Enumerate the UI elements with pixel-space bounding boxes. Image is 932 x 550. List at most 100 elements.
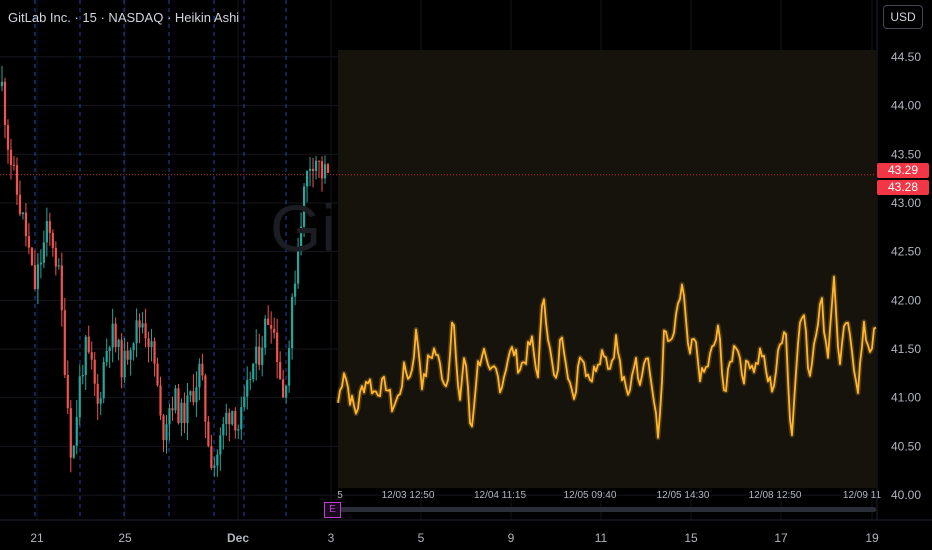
y-tick-label: 41.50 bbox=[891, 342, 921, 356]
candle-body bbox=[231, 410, 234, 425]
candle-body bbox=[30, 247, 34, 266]
candle-body bbox=[174, 388, 177, 411]
candle-body bbox=[84, 336, 87, 376]
candle-body bbox=[0, 81, 4, 87]
candle-body bbox=[228, 412, 231, 425]
candle-body bbox=[314, 160, 318, 171]
overlay-x-tick-label: 12/04 11:15 bbox=[474, 490, 527, 501]
candle-body bbox=[216, 454, 219, 466]
candle-body bbox=[276, 332, 279, 362]
y-tick-label: 44.50 bbox=[891, 50, 921, 64]
overlay-x-tick-label: 12/09 11 bbox=[843, 490, 882, 501]
candlestick-series[interactable] bbox=[0, 65, 330, 477]
candle-body bbox=[9, 149, 13, 165]
candle-body bbox=[132, 343, 135, 351]
candle-body bbox=[117, 339, 120, 348]
candle-body bbox=[317, 160, 321, 162]
candle-body bbox=[192, 391, 195, 403]
candle-body bbox=[305, 170, 309, 187]
candle-body bbox=[111, 323, 114, 348]
candle-body bbox=[171, 408, 174, 411]
candle-body bbox=[105, 350, 108, 362]
candle-body bbox=[198, 363, 201, 388]
candle-body bbox=[126, 350, 129, 360]
y-tick-label: 42.00 bbox=[891, 293, 921, 307]
candle-body bbox=[36, 264, 39, 290]
overlay-background bbox=[338, 50, 876, 488]
candle-body bbox=[129, 350, 132, 360]
candle-body bbox=[150, 341, 153, 348]
candle-body bbox=[204, 375, 207, 422]
candle-body bbox=[165, 424, 168, 441]
candle-body bbox=[258, 346, 261, 365]
candle-body bbox=[63, 310, 66, 375]
overlay-x-tick-label: 5 bbox=[337, 490, 343, 501]
price-chart[interactable]: 5 12/03 12:50 12/04 11:15 12/05 09:40 12/05 … bbox=[0, 0, 932, 550]
candle-body bbox=[237, 429, 240, 431]
overlay-panel[interactable]: 5 12/03 12:50 12/04 11:15 12/05 09:40 12/05 … bbox=[335, 50, 882, 512]
bid-price-tag: 43.28 bbox=[877, 180, 929, 195]
candle-body bbox=[60, 265, 63, 311]
candle-body bbox=[114, 323, 117, 348]
candle-body bbox=[243, 396, 246, 408]
candle-body bbox=[323, 164, 327, 179]
candle-body bbox=[279, 361, 282, 380]
candle-body bbox=[123, 350, 126, 378]
overlay-x-tick-label: 12/05 14:30 bbox=[657, 490, 710, 501]
y-tick-label: 44.00 bbox=[891, 99, 921, 113]
earnings-event-badge[interactable]: E bbox=[324, 502, 341, 518]
candle-body bbox=[294, 283, 297, 297]
candle-body bbox=[246, 379, 249, 397]
candle-body bbox=[141, 323, 144, 328]
candle-body bbox=[249, 379, 252, 381]
y-tick-label: 40.50 bbox=[891, 439, 921, 453]
candle-body bbox=[54, 247, 57, 267]
x-tick-label: 19 bbox=[865, 531, 879, 545]
candle-body bbox=[186, 395, 189, 424]
x-tick-label: 15 bbox=[684, 531, 698, 545]
candle-body bbox=[138, 320, 141, 328]
candle-body bbox=[326, 164, 330, 173]
candle-body bbox=[18, 194, 22, 215]
y-tick-label: 43.50 bbox=[891, 147, 921, 161]
candle-body bbox=[177, 388, 180, 423]
candle-body bbox=[27, 236, 31, 248]
x-tick-label: 5 bbox=[418, 531, 425, 545]
candle-body bbox=[57, 265, 60, 267]
candle-body bbox=[66, 374, 69, 409]
candle-body bbox=[87, 336, 90, 353]
candle-body bbox=[282, 379, 285, 398]
candle-body bbox=[24, 212, 28, 237]
candle-body bbox=[159, 385, 162, 416]
y-tick-label: 40.00 bbox=[891, 488, 921, 502]
candle-body bbox=[255, 346, 258, 364]
candle-body bbox=[311, 168, 315, 171]
candle-body bbox=[240, 407, 243, 430]
x-tick-label: 17 bbox=[774, 531, 788, 545]
x-tick-label: 9 bbox=[508, 531, 515, 545]
candle-body bbox=[252, 363, 255, 380]
candle-body bbox=[69, 408, 72, 458]
candle-body bbox=[12, 164, 16, 166]
candle-body bbox=[99, 398, 102, 404]
candle-body bbox=[147, 338, 150, 348]
candle-body bbox=[93, 359, 96, 384]
candle-body bbox=[42, 242, 45, 263]
x-tick-label: 25 bbox=[118, 531, 132, 545]
candle-body bbox=[156, 363, 159, 386]
x-tick-label: 11 bbox=[595, 531, 608, 545]
candle-body bbox=[183, 402, 186, 424]
candle-body bbox=[213, 465, 216, 468]
y-tick-label: 41.00 bbox=[891, 391, 921, 405]
candle-body bbox=[39, 262, 42, 265]
candle-body bbox=[108, 347, 111, 351]
candle-body bbox=[144, 323, 147, 339]
candle-body bbox=[102, 361, 105, 399]
x-tick-label: 21 bbox=[30, 531, 44, 545]
currency-button[interactable]: USD bbox=[883, 5, 923, 29]
candle-body bbox=[219, 435, 222, 455]
candle-body bbox=[81, 375, 84, 377]
candle-body bbox=[222, 423, 225, 436]
y-tick-label: 42.50 bbox=[891, 245, 921, 259]
candle-body bbox=[291, 296, 294, 349]
